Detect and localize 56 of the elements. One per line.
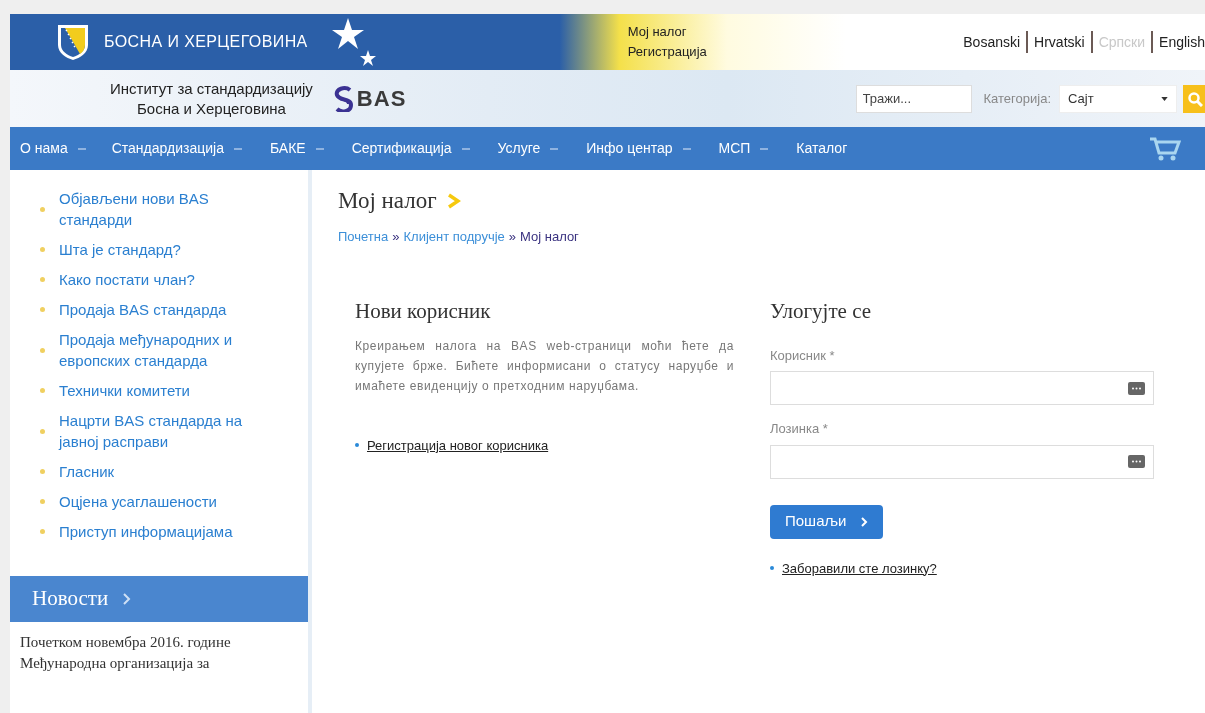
input-field[interactable] [770,371,1154,405]
breadcrumb-link[interactable]: Почетна [338,226,389,246]
search-field[interactable]: Тражи... [855,84,972,113]
sidebar-link[interactable]: Шта је стандард? [59,239,181,260]
news-header[interactable]: Новости [10,576,308,622]
nav-item[interactable]: Инфо центар [586,138,691,159]
nav-item[interactable]: БАКЕ [269,138,324,159]
logo-text: BAS [356,85,407,113]
nav-item[interactable]: О нама [20,138,86,159]
country-name: БОСНА И ХЕРЦЕГОВИНА [104,32,308,52]
sidebar-link[interactable]: Приступ информацијама [59,521,233,542]
institute-name: Босна и Херцеговина [136,98,286,119]
register-link[interactable]: Регистрација новог корисника [367,435,549,455]
field-label: Корисник * [770,346,836,365]
input-field[interactable] [770,444,1154,479]
breadcrumb-separator: » [392,227,400,246]
section-title: Улогујте се [770,298,873,325]
sidebar-link[interactable]: Технички комитети [59,380,190,401]
language-link[interactable]: English [1159,31,1205,53]
sidebar-link[interactable]: Објављени нови BAS стандарди [59,188,258,230]
field-label: Лозинка * [770,420,829,438]
cart-icon[interactable] [1149,135,1181,162]
institute-name: Институт за стандардизацију [110,78,313,99]
coat-of-arms-icon [56,23,90,61]
chevron-icon [122,592,133,606]
category-label: Категорија: [983,89,1051,108]
breadcrumb-separator: » [508,227,517,246]
nav-item[interactable]: Сертификација [351,138,470,159]
caret-icon [1161,96,1168,101]
nav-item[interactable]: Стандардизација [111,138,242,159]
page-title: Мој налог [338,187,437,215]
section-title: Нови корисник [355,298,492,325]
description-text: Креирањем налога на BAS web-страници моћи ћете да купујете брже. Бићете информисани о статусу наруџбе и имаћете евиденцију о претходним наруџбама. [355,337,734,395]
search-button[interactable] [1183,84,1205,113]
forgot-password-link[interactable]: Заборавили сте лозинку? [782,558,937,578]
chevron-icon [446,193,461,210]
search-icon [1187,90,1203,107]
category-dropdown[interactable]: Сајт [1059,84,1177,113]
sidebar-link[interactable]: Како постати члан? [59,269,195,290]
sidebar-link[interactable]: Оцјена усаглашености [59,491,217,512]
nav-item[interactable]: МСП [718,138,769,159]
nav-item[interactable]: Услуге [497,138,559,159]
news-text: Почетком новембра 2016. године Међународна организација за [19,633,232,673]
sidebar-link[interactable]: Продаја BAS стандарда [59,299,227,320]
sidebar-link[interactable]: Гласник [59,461,115,482]
chevron-icon [860,515,869,528]
language-link[interactable]: Bosanski [963,31,1021,53]
sidebar-link[interactable]: Нацрти BAS стандарда на јавној расправи [59,410,258,452]
breadcrumb-link[interactable]: Мој налог [520,226,579,246]
nav-item[interactable]: Каталог [796,138,848,159]
submit-button[interactable]: Пошаљи [770,504,884,539]
register-link[interactable]: Регистрација [627,42,707,62]
language-link[interactable]: Hrvatski [1034,31,1085,53]
breadcrumb-link[interactable]: Клијент подручје [403,226,505,246]
sidebar-link[interactable]: Продаја међународних и европских стандарда [59,329,258,371]
account-link[interactable]: Мој налог [627,22,707,42]
